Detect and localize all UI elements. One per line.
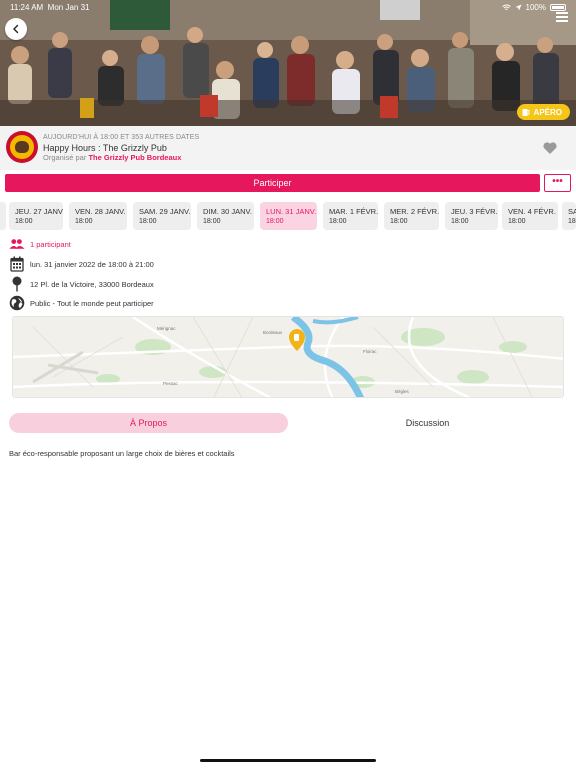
more-options-button[interactable]: ••• [544, 174, 571, 192]
hero-photo: 11:24 AM Mon Jan 31 100% APÉRO [0, 0, 576, 126]
event-title: Happy Hours : The Grizzly Pub [43, 143, 167, 153]
chevron-left-icon [13, 24, 19, 34]
globe-icon [9, 295, 25, 311]
tab-about[interactable]: À Propos [9, 413, 288, 433]
battery-percent: 100% [525, 3, 546, 12]
map-label: Floirac [363, 349, 377, 354]
event-description: Bar éco-responsable proposant un large c… [9, 449, 235, 458]
map-label: Bègles [395, 389, 409, 394]
tab-discussion[interactable]: Discussion [288, 413, 567, 433]
visibility-row: Public - Tout le monde peut participer [9, 295, 154, 311]
address-row[interactable]: 12 Pl. de la Victoire, 33000 Bordeaux [9, 276, 154, 292]
organizer-line: Organisé par The Grizzly Pub Bordeaux [43, 153, 181, 162]
date-chip[interactable]: MAR. 1 FÉVR. 18:00 [323, 202, 378, 230]
date-chip-partial[interactable] [0, 202, 6, 230]
back-button[interactable] [5, 18, 27, 40]
date-chip[interactable]: SAM. 29 JANV. 18:00 [133, 202, 191, 230]
beer-mug-icon [522, 109, 530, 116]
event-address: 12 Pl. de la Victoire, 33000 Bordeaux [30, 279, 154, 289]
home-indicator[interactable] [200, 759, 376, 762]
location-arrow-icon [515, 4, 522, 11]
organizer-logo[interactable] [6, 131, 38, 163]
participate-button[interactable]: Participer [5, 174, 540, 192]
map-label: Mérignac [157, 326, 176, 331]
battery-icon [550, 4, 566, 11]
status-right: 100% [501, 3, 566, 12]
date-chip-partial[interactable]: SA 18 [562, 202, 576, 230]
date-chip[interactable]: MER. 2 FÉVR. 18:00 [384, 202, 439, 230]
date-selector: JEU. 27 JANV. 18:00 VEN. 28 JANV. 18:00 SA… [0, 202, 576, 232]
event-datetime: lun. 31 janvier 2022 de 18:00 à 21:00 [30, 259, 154, 269]
map-illustration [13, 317, 563, 397]
date-chip-selected[interactable]: LUN. 31 JANV. 18:00 [260, 202, 317, 230]
datetime-row: lun. 31 janvier 2022 de 18:00 à 21:00 [9, 256, 154, 272]
crowd-photo-illustration [0, 0, 576, 126]
users-icon [9, 236, 25, 252]
status-bar: 11:24 AM Mon Jan 31 100% [0, 0, 576, 14]
date-chip[interactable]: JEU. 27 JANV. 18:00 [9, 202, 63, 230]
map-pin-icon [9, 276, 25, 292]
category-badge: APÉRO [516, 104, 570, 120]
bear-icon [15, 141, 29, 153]
location-map[interactable]: Bordeaux Mérignac Floirac Pessac Bègles [12, 316, 564, 398]
event-date-summary: AUJOURD'HUI À 18:00 ET 353 AUTRES DATES [43, 134, 200, 141]
wifi-icon [501, 4, 511, 10]
participants-count: 1 participant [30, 239, 71, 249]
participants-row[interactable]: 1 participant [9, 236, 71, 252]
menu-icon[interactable] [556, 12, 568, 22]
favorite-heart-icon[interactable] [542, 140, 558, 156]
date-chip[interactable]: DIM. 30 JANV. 18:00 [197, 202, 254, 230]
event-visibility: Public - Tout le monde peut participer [30, 298, 154, 308]
event-header: AUJOURD'HUI À 18:00 ET 353 AUTRES DATES … [0, 126, 576, 170]
organizer-prefix: Organisé par [43, 153, 87, 162]
date-chip[interactable]: VEN. 4 FÉVR. 18:00 [502, 202, 558, 230]
status-time: 11:24 AM Mon Jan 31 [10, 3, 90, 12]
calendar-icon [9, 256, 25, 272]
date-chip[interactable]: VEN. 28 JANV. 18:00 [69, 202, 127, 230]
date-chip[interactable]: JEU. 3 FÉVR. 18:00 [445, 202, 498, 230]
organizer-link[interactable]: The Grizzly Pub Bordeaux [88, 153, 181, 162]
map-label: Pessac [163, 381, 178, 386]
map-label-city: Bordeaux [263, 330, 283, 335]
category-badge-label: APÉRO [533, 107, 562, 117]
event-page: 11:24 AM Mon Jan 31 100% APÉRO AUJOURD'H… [0, 0, 576, 768]
